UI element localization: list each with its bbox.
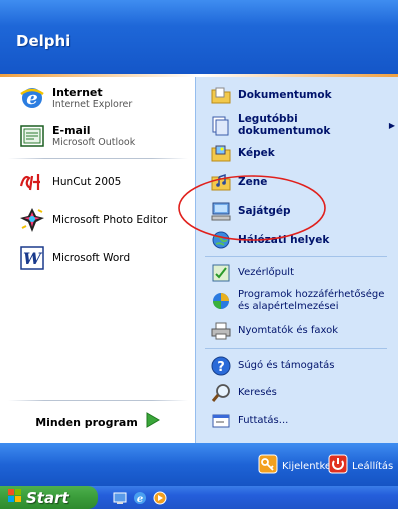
- shutdown-button[interactable]: Leállítás: [328, 454, 393, 478]
- start-menu: Delphi e Internet Internet Explorer E-ma…: [0, 0, 398, 486]
- shutdown-label: Leállítás: [352, 460, 394, 472]
- start-button[interactable]: Start: [0, 486, 98, 509]
- taskbar: Start e: [0, 486, 398, 509]
- key-icon: [258, 454, 278, 478]
- start-menu-footer: Kijelentkezés Leállítás: [0, 443, 398, 486]
- windows-flag-icon: [8, 488, 22, 507]
- quicklaunch-desktop-icon[interactable]: [113, 490, 127, 509]
- quicklaunch-media-player-icon[interactable]: [153, 490, 167, 509]
- annotation-circle: [178, 175, 326, 241]
- svg-text:e: e: [137, 494, 143, 505]
- quicklaunch-ie-icon[interactable]: e: [133, 490, 147, 509]
- start-label: Start: [26, 488, 69, 507]
- power-icon: [328, 454, 348, 478]
